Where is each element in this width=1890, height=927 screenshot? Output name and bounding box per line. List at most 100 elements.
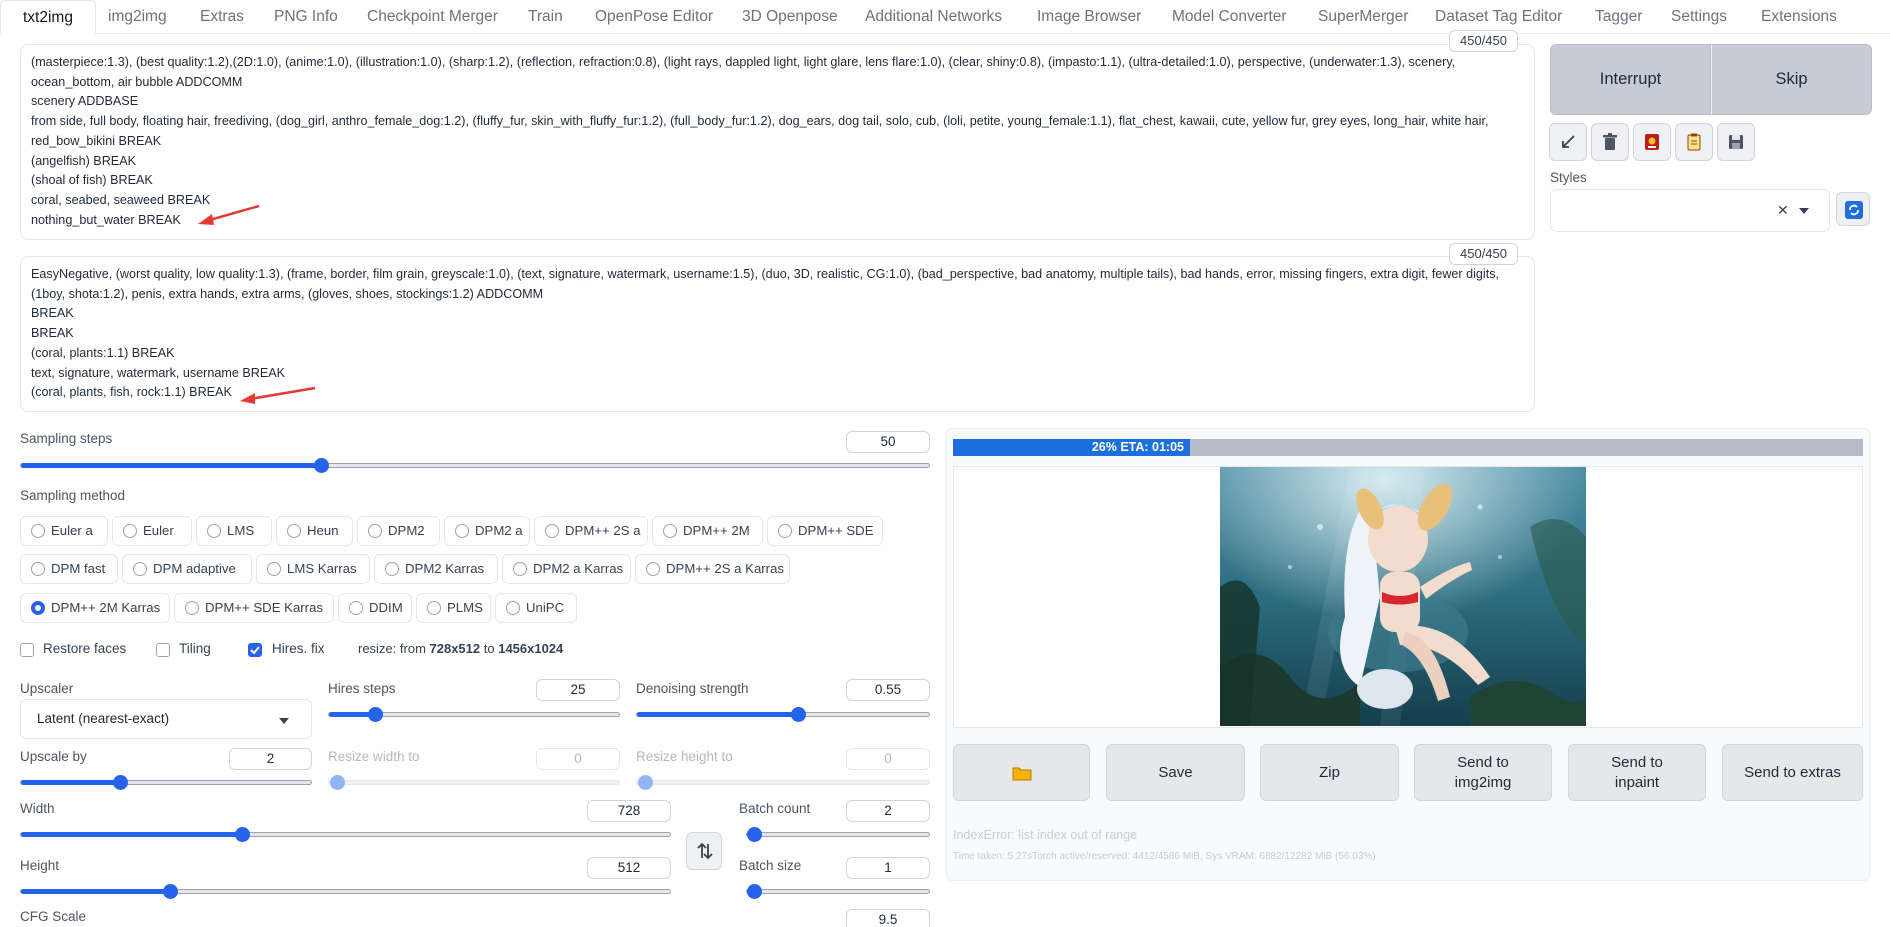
send-to-extras-button[interactable]: Send to extras [1722,744,1863,801]
radio-button[interactable] [545,524,559,538]
batch-count-slider[interactable] [746,827,930,842]
sampler-option[interactable]: LMS [196,516,272,546]
sampler-option[interactable]: Heun [276,516,353,546]
sampler-option-selected[interactable]: DPM++ 2M Karras [20,593,170,623]
height-input[interactable]: 512 [587,857,671,879]
resize-width-input[interactable]: 0 [536,748,620,770]
width-input[interactable]: 728 [587,800,671,822]
sampler-option[interactable]: DPM2 a Karras [502,554,631,584]
batch-size-slider[interactable] [746,884,930,899]
sampler-option[interactable]: Euler a [20,516,108,546]
sampling-steps-slider[interactable] [20,458,930,473]
slider-handle[interactable] [314,458,329,473]
resize-width-slider[interactable] [328,775,620,790]
tab-img2img[interactable]: img2img [102,0,173,34]
sampler-option[interactable]: DPM++ SDE [767,516,883,546]
save-style-button[interactable] [1717,123,1755,161]
tab-checkpoint-merger[interactable]: Checkpoint Merger [361,0,504,34]
sampler-option[interactable]: DPM++ 2M [652,516,763,546]
tab-extensions[interactable]: Extensions [1755,0,1843,34]
send-to-img2img-button[interactable]: Send to img2img [1414,744,1552,801]
upscale-by-input[interactable]: 2 [229,748,312,770]
radio-button[interactable] [427,601,441,615]
tab-dataset-tag-editor[interactable]: Dataset Tag Editor [1429,0,1568,34]
slider-handle[interactable] [368,707,383,722]
radio-button[interactable] [506,601,520,615]
apply-styles-button[interactable] [1675,123,1713,161]
radio-button[interactable] [31,524,45,538]
slider-handle[interactable] [791,707,806,722]
tab-train[interactable]: Train [522,0,569,34]
tab-tagger[interactable]: Tagger [1589,0,1648,34]
radio-button[interactable] [207,524,221,538]
send-to-inpaint-button[interactable]: Send to inpaint [1568,744,1706,801]
radio-button[interactable] [663,524,677,538]
sampler-option[interactable]: LMS Karras [256,554,370,584]
radio-button[interactable] [123,524,137,538]
resize-height-slider[interactable] [636,775,930,790]
slider-handle[interactable] [163,884,178,899]
radio-button[interactable] [349,601,363,615]
upscaler-dropdown[interactable]: Latent (nearest-exact) [20,699,312,739]
swap-dimensions-button[interactable] [686,832,722,870]
denoising-input[interactable]: 0.55 [846,679,930,701]
tab-openpose-editor[interactable]: OpenPose Editor [589,0,719,34]
radio-button[interactable] [287,524,301,538]
slider-handle[interactable] [747,884,762,899]
sampler-option[interactable]: DPM++ 2S a [534,516,648,546]
radio-button[interactable] [185,601,199,615]
tab-supermerger[interactable]: SuperMerger [1312,0,1414,34]
batch-size-input[interactable]: 1 [846,857,930,879]
sampler-option[interactable]: DPM++ 2S a Karras [635,554,790,584]
sampler-option[interactable]: DPM fast [20,554,118,584]
hires-steps-input[interactable]: 25 [536,679,620,701]
tiling-checkbox[interactable] [156,643,170,657]
read-params-button[interactable] [1549,123,1587,161]
resize-height-input[interactable]: 0 [846,748,930,770]
tab-png-info[interactable]: PNG Info [268,0,344,34]
tab-txt2img[interactable]: txt2img [0,0,96,35]
tab-3d-openpose[interactable]: 3D Openpose [736,0,844,34]
zip-button[interactable]: Zip [1260,744,1399,801]
radio-button[interactable] [385,562,399,576]
cfg-scale-input[interactable]: 9.5 [846,909,930,927]
extra-networks-button[interactable] [1633,123,1671,161]
radio-button[interactable] [133,562,147,576]
sampler-option[interactable]: Euler [112,516,192,546]
radio-button[interactable] [455,524,469,538]
styles-dropdown[interactable]: ✕ [1550,189,1830,232]
batch-count-input[interactable]: 2 [846,800,930,822]
tab-extras[interactable]: Extras [194,0,250,34]
radio-button[interactable] [368,524,382,538]
slider-handle[interactable] [235,827,250,842]
tab-settings[interactable]: Settings [1665,0,1733,34]
slider-handle[interactable] [113,775,128,790]
hires-steps-slider[interactable] [328,707,620,722]
width-slider[interactable] [20,827,671,842]
sampler-option[interactable]: PLMS [416,593,491,623]
tab-additional-networks[interactable]: Additional Networks [859,0,1008,34]
sampling-steps-input[interactable]: 50 [846,431,930,453]
sampler-option[interactable]: DPM++ SDE Karras [174,593,334,623]
radio-button[interactable] [31,562,45,576]
radio-button[interactable] [646,562,660,576]
clear-icon[interactable]: ✕ [1777,202,1789,219]
denoising-slider[interactable] [636,707,930,722]
sampler-option[interactable]: DPM2 [357,516,440,546]
upscale-by-slider[interactable] [20,775,312,790]
height-slider[interactable] [20,884,671,899]
clear-prompt-button[interactable] [1591,123,1629,161]
interrupt-button[interactable]: Interrupt [1550,44,1711,115]
open-folder-button[interactable] [953,744,1090,801]
sampler-option[interactable]: DPM2 a [444,516,530,546]
slider-handle[interactable] [638,775,653,790]
tab-model-converter[interactable]: Model Converter [1166,0,1293,34]
sampler-option[interactable]: UniPC [495,593,577,623]
radio-button[interactable] [31,601,45,615]
sampler-option[interactable]: DPM2 Karras [374,554,498,584]
radio-button[interactable] [778,524,792,538]
radio-button[interactable] [513,562,527,576]
preview-image[interactable] [1220,467,1586,726]
skip-button[interactable]: Skip [1711,44,1872,115]
slider-handle[interactable] [330,775,345,790]
